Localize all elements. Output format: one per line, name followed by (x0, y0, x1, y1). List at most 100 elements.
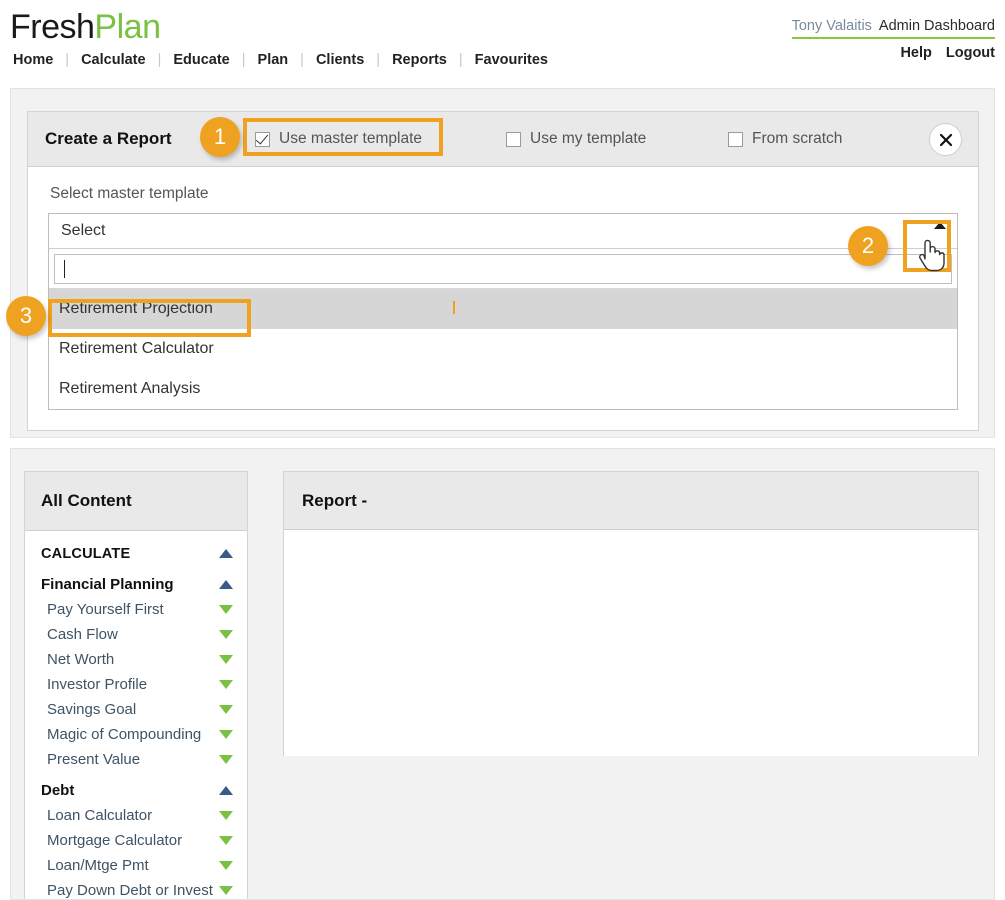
master-template-selected-value[interactable]: Select (49, 214, 957, 249)
create-report-stage: Create a Report Use master template Use … (10, 88, 995, 438)
tree-item-magic-of-compounding[interactable]: Magic of Compounding (25, 722, 247, 747)
caret-down-icon[interactable] (219, 605, 233, 614)
caret-down-icon[interactable] (219, 886, 233, 895)
tree-item-pay-down-debt-or-invest[interactable]: Pay Down Debt or Invest (25, 878, 247, 900)
master-template-combobox[interactable]: Select Retirement Projection Retirement C… (48, 213, 958, 410)
nav-separator: | (367, 52, 389, 68)
tree-item-calculate[interactable]: CALCULATE (25, 541, 247, 566)
report-preview-header: Report - (284, 472, 978, 530)
caret-up-icon[interactable] (219, 549, 233, 558)
brand-logo[interactable]: FreshPlan (10, 8, 160, 47)
annotation-badge-1: 1 (200, 117, 240, 157)
caret-up-icon[interactable] (219, 786, 233, 795)
checkbox-use-master-template[interactable] (255, 132, 270, 147)
caret-down-icon[interactable] (219, 680, 233, 689)
annotation-badge-3: 3 (6, 296, 46, 336)
tree-item-label: Financial Planning (41, 576, 174, 593)
nav-item-favourites[interactable]: Favourites (472, 52, 551, 68)
all-content-header: All Content (25, 472, 247, 531)
tree-item-loan-mtge-pmt[interactable]: Loan/Mtge Pmt (25, 853, 247, 878)
nav-item-reports[interactable]: Reports (389, 52, 450, 68)
caret-down-icon[interactable] (219, 655, 233, 664)
annotation-badge-2: 2 (848, 226, 888, 266)
user-bar-secondary: Help Logout (792, 45, 995, 61)
caret-down-icon[interactable] (219, 630, 233, 639)
checkbox-from-scratch[interactable] (728, 132, 743, 147)
tree-item-cash-flow[interactable]: Cash Flow (25, 622, 247, 647)
tree-item-mortgage-calculator[interactable]: Mortgage Calculator (25, 828, 247, 853)
admin-dashboard-link[interactable]: Admin Dashboard (879, 18, 995, 34)
create-report-panel: Create a Report Use master template Use … (27, 111, 979, 431)
tree-item-label: Debt (41, 782, 74, 799)
brand-logo-plan: Plan (94, 8, 160, 46)
report-preview-body[interactable] (284, 530, 978, 756)
report-preview-title: Report - (302, 491, 367, 511)
caret-down-icon[interactable] (219, 755, 233, 764)
page-title: Create a Report (45, 129, 172, 149)
master-template-option[interactable]: Retirement Analysis (49, 369, 957, 409)
report-preview-panel: Report - (283, 471, 979, 756)
tree-item-label: Investor Profile (47, 676, 147, 693)
main-navigation: Home|Calculate|Educate|Plan|Clients|Repo… (10, 52, 551, 68)
master-template-option-label: Retirement Analysis (59, 380, 200, 398)
nav-separator: | (56, 52, 78, 68)
logout-link[interactable]: Logout (946, 45, 995, 61)
caret-down-icon[interactable] (219, 730, 233, 739)
master-template-search-input[interactable] (54, 254, 952, 284)
tree-item-debt[interactable]: Debt (25, 778, 247, 803)
tree-item-savings-goal[interactable]: Savings Goal (25, 697, 247, 722)
caret-down-icon[interactable] (219, 811, 233, 820)
nav-item-home[interactable]: Home (10, 52, 56, 68)
option-use-my-template[interactable]: Use my template (506, 130, 646, 148)
option-from-scratch[interactable]: From scratch (728, 130, 842, 148)
tree-item-present-value[interactable]: Present Value (25, 747, 247, 772)
nav-item-calculate[interactable]: Calculate (78, 52, 148, 68)
master-template-toggle-button[interactable] (923, 214, 957, 248)
checkbox-use-my-template[interactable] (506, 132, 521, 147)
option-label-use-my-template: Use my template (530, 130, 646, 148)
user-name-link[interactable]: Tony Valaitis (792, 18, 872, 34)
select-master-template-label: Select master template (50, 185, 958, 203)
create-report-body: Select master template Select Retirement… (28, 167, 978, 430)
nav-item-plan[interactable]: Plan (255, 52, 292, 68)
nav-separator: | (149, 52, 171, 68)
caret-up-icon (934, 222, 946, 229)
caret-down-icon[interactable] (219, 705, 233, 714)
nav-item-educate[interactable]: Educate (170, 52, 232, 68)
user-bar: Tony Valaitis Admin Dashboard Help Logou… (792, 18, 995, 61)
option-marker-tick (453, 301, 455, 314)
nav-separator: | (450, 52, 472, 68)
master-template-option-label: Retirement Calculator (59, 340, 214, 358)
tree-item-label: Magic of Compounding (47, 726, 201, 743)
master-template-search-wrap (49, 249, 957, 288)
caret-down-icon[interactable] (219, 836, 233, 845)
user-bar-primary: Tony Valaitis Admin Dashboard (792, 18, 995, 39)
tree-item-financial-planning[interactable]: Financial Planning (25, 572, 247, 597)
master-template-option[interactable]: Retirement Projection (49, 289, 957, 329)
tree-item-loan-calculator[interactable]: Loan Calculator (25, 803, 247, 828)
workspace-area: All Content CALCULATE Financial Planning P… (10, 448, 995, 900)
option-use-master-template[interactable]: Use master template (255, 130, 422, 148)
tree-item-label: Cash Flow (47, 626, 118, 643)
tree-item-label: Savings Goal (47, 701, 136, 718)
page-header: FreshPlan Home|Calculate|Educate|Plan|Cl… (0, 0, 1005, 82)
close-button[interactable] (929, 123, 962, 156)
brand-logo-fresh: Fresh (10, 8, 94, 46)
master-template-option[interactable]: Retirement Calculator (49, 329, 957, 369)
nav-item-clients[interactable]: Clients (313, 52, 367, 68)
caret-down-icon[interactable] (219, 861, 233, 870)
tree-item-label: Pay Down Debt or Invest (47, 882, 213, 899)
text-caret (64, 260, 65, 278)
all-content-tree: CALCULATE Financial Planning Pay Yourself … (25, 531, 247, 900)
master-template-option-list: Retirement Projection Retirement Calculat… (49, 288, 957, 409)
tree-item-label: Loan Calculator (47, 807, 152, 824)
tree-item-pay-yourself-first[interactable]: Pay Yourself First (25, 597, 247, 622)
tree-item-label: Present Value (47, 751, 140, 768)
tree-item-investor-profile[interactable]: Investor Profile (25, 672, 247, 697)
help-link[interactable]: Help (900, 45, 931, 61)
tree-item-label: Net Worth (47, 651, 114, 668)
caret-up-icon[interactable] (219, 580, 233, 589)
tree-item-label: Pay Yourself First (47, 601, 164, 618)
tree-item-net-worth[interactable]: Net Worth (25, 647, 247, 672)
option-label-from-scratch: From scratch (752, 130, 842, 148)
